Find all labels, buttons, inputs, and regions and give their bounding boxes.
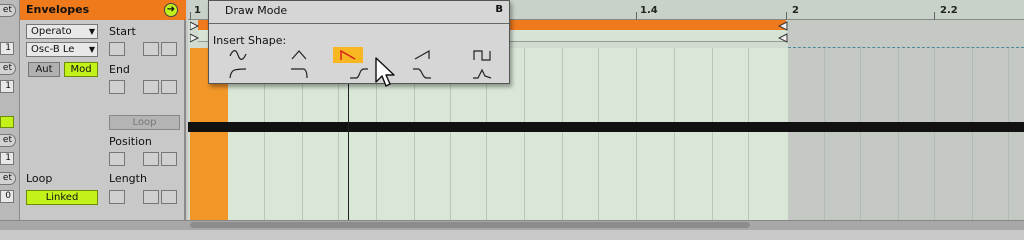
strip-number-3[interactable]: 1 (0, 152, 14, 165)
grid-line (824, 48, 825, 220)
device-chooser-value: Operato (31, 26, 72, 37)
grid-line (898, 48, 899, 220)
position-beat-field[interactable] (143, 152, 159, 166)
draw-mode-popup: Draw Mode B Insert Shape: (208, 0, 510, 84)
ruler-label-1-4: 1.4 (640, 5, 658, 16)
insert-shape-label: Insert Shape: (213, 34, 287, 47)
linked-button[interactable]: Linked (26, 190, 98, 205)
device-chooser-dropdown[interactable]: Operato ▼ (26, 24, 98, 39)
position-label: Position (109, 135, 152, 148)
ruler-tick (190, 12, 191, 20)
grid-line (636, 48, 637, 220)
s-curve-down-icon[interactable] (407, 65, 437, 81)
strip-number-2[interactable]: 1 (0, 80, 14, 93)
strip-reset-button-1[interactable]: et (0, 4, 16, 17)
envelopes-title: Envelopes (26, 3, 90, 16)
loop-end-marker-icon[interactable] (778, 20, 788, 44)
grid-line (598, 48, 599, 220)
start-sixteenth-field[interactable] (161, 42, 177, 56)
end-sixteenth-field[interactable] (161, 80, 177, 94)
length-label: Length (109, 172, 147, 185)
draw-mode-shortcut: B (495, 4, 503, 15)
mod-button[interactable]: Mod (64, 62, 98, 77)
strip-reset-button-4[interactable]: et (0, 172, 16, 185)
chevron-down-icon: ▼ (88, 45, 95, 54)
length-sixteenth-field[interactable] (161, 190, 177, 204)
length-bar-field[interactable] (109, 190, 125, 204)
ads-ramp-up-icon[interactable] (223, 65, 253, 81)
s-curve-up-icon[interactable] (344, 65, 374, 81)
start-label: Start (109, 25, 136, 38)
start-bar-field[interactable] (109, 42, 125, 56)
scrollbar-thumb[interactable] (190, 222, 750, 228)
parameter-chooser-dropdown[interactable]: Osc-B Le ▼ (26, 42, 98, 57)
square-shape-icon[interactable] (467, 47, 497, 63)
strip-reset-button-3[interactable]: et (0, 134, 16, 147)
left-cropped-strip: et 1 et 1 et 1 et 0 (0, 0, 20, 230)
ruler-label-2: 2 (792, 5, 799, 16)
triangle-shape-icon[interactable] (284, 47, 314, 63)
adsr-shape-icon[interactable] (467, 65, 497, 81)
ruler-label-2-2: 2.2 (940, 5, 958, 16)
grid-line (972, 48, 973, 220)
loop-toggle-button[interactable]: Loop (109, 115, 180, 130)
position-bar-field[interactable] (109, 152, 125, 166)
strip-number-4[interactable]: 0 (0, 190, 14, 203)
grid-line (562, 48, 563, 220)
saw-up-shape-icon[interactable] (407, 47, 437, 63)
aut-button[interactable]: Aut (28, 62, 60, 77)
adsr-ramp-down-icon[interactable] (284, 65, 314, 81)
loop-label: Loop (26, 172, 53, 185)
strip-number-1[interactable]: 1 (0, 42, 14, 55)
mouse-pointer-icon (375, 57, 395, 87)
sine-shape-icon[interactable] (223, 47, 253, 63)
grid-line (860, 48, 861, 220)
grid-line (674, 48, 675, 220)
ruler-tick (934, 12, 935, 20)
end-label: End (109, 63, 130, 76)
envelopes-header: Envelopes ➜ (20, 0, 186, 20)
position-sixteenth-field[interactable] (161, 152, 177, 166)
menu-divider (209, 23, 509, 24)
strip-green-toggle[interactable] (0, 116, 14, 128)
envelope-breakpoint-line[interactable] (188, 122, 1024, 132)
arrow-right-icon[interactable]: ➜ (164, 3, 178, 17)
strip-reset-button-2[interactable]: et (0, 62, 16, 75)
start-beat-field[interactable] (143, 42, 159, 56)
grid-line (712, 48, 713, 220)
end-beat-field[interactable] (143, 80, 159, 94)
draw-mode-menu-item[interactable]: Draw Mode (225, 4, 287, 17)
parameter-chooser-value: Osc-B Le (31, 44, 75, 55)
envelope-panel: Envelopes ➜ Operato ▼ Osc-B Le ▼ Aut Mod… (20, 0, 186, 220)
saw-down-shape-icon[interactable] (333, 47, 363, 63)
ruler-tick (786, 12, 787, 20)
grid-line (524, 48, 525, 220)
ruler-label-1: 1 (194, 5, 201, 16)
end-bar-field[interactable] (109, 80, 125, 94)
grid-line (1008, 48, 1009, 220)
loop-start-marker-icon[interactable] (190, 20, 200, 44)
length-beat-field[interactable] (143, 190, 159, 204)
grid-line (934, 48, 935, 220)
grid-line (748, 48, 749, 220)
chevron-down-icon: ▼ (88, 27, 95, 36)
ruler-tick (636, 12, 637, 20)
